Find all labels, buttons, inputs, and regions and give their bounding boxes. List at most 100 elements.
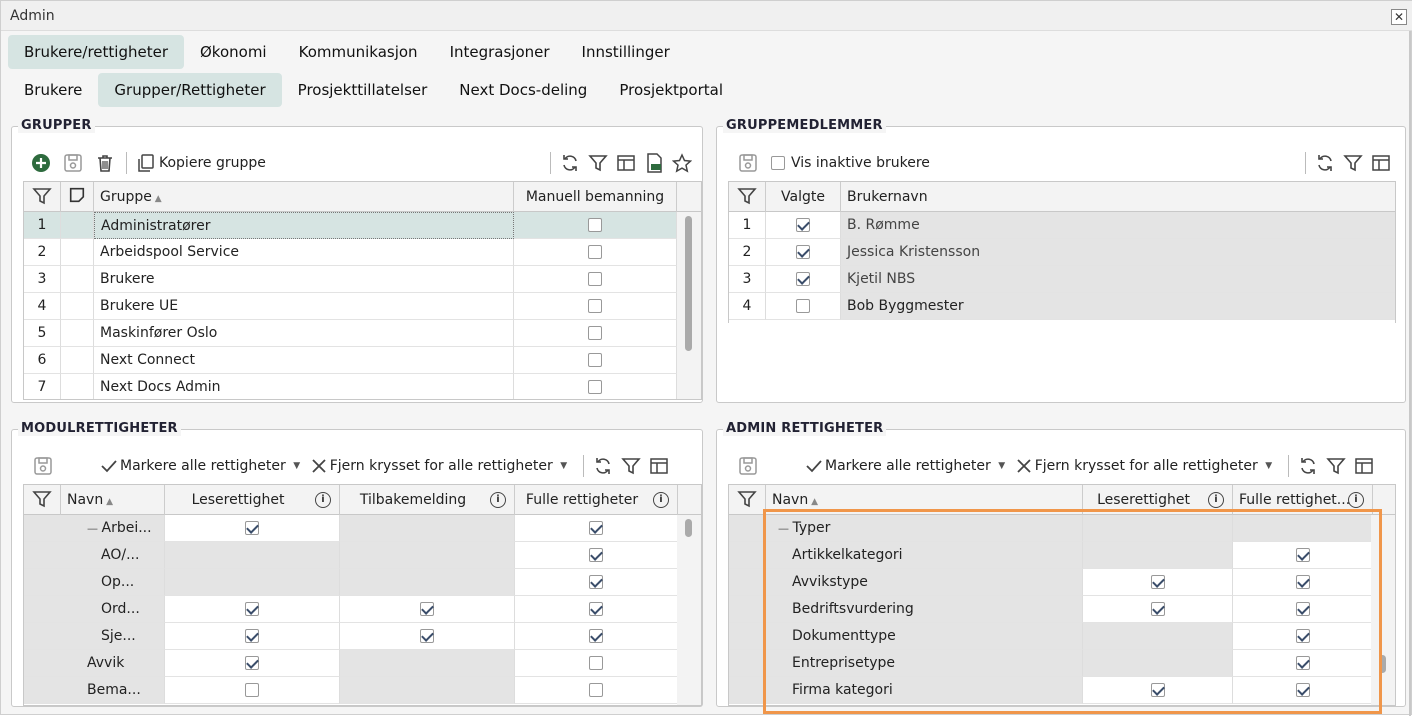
tree-row[interactable]: — Arbei... [24, 515, 701, 542]
tree-row[interactable]: AO/... [24, 542, 701, 569]
show-inactive-checkbox[interactable] [771, 156, 785, 170]
filter-icon[interactable] [1342, 152, 1364, 174]
mark-all-button[interactable]: Markere alle rettigheter [825, 458, 991, 474]
tab-sub_tabs-1[interactable]: Grupper/Rettigheter [98, 73, 282, 107]
column-header-brukernavn[interactable]: Brukernavn [841, 182, 1395, 212]
table-row[interactable]: 3 Brukere [24, 266, 677, 293]
fulle-checkbox[interactable] [589, 683, 603, 697]
column-header-fulle[interactable]: Fulle rettigheter i [515, 485, 678, 515]
note-icon[interactable] [61, 182, 94, 212]
chevron-down-icon[interactable]: ▼ [1258, 455, 1280, 477]
manuell-checkbox[interactable] [588, 218, 602, 232]
filter-icon[interactable] [620, 455, 642, 477]
x-icon[interactable] [308, 455, 330, 477]
chevron-down-icon[interactable]: ▼ [286, 455, 308, 477]
tab-sub_tabs-4[interactable]: Prosjektportal [603, 73, 739, 107]
filter-icon[interactable] [729, 182, 766, 212]
table-row[interactable]: 3 Kjetil NBS [729, 266, 1395, 293]
manuell-checkbox[interactable] [588, 272, 602, 286]
chevron-down-icon[interactable]: ▼ [553, 455, 575, 477]
table-row[interactable]: 5 Maskinfører Oslo [24, 320, 677, 347]
table-row[interactable]: 6 Next Connect [24, 347, 677, 374]
fulle-checkbox[interactable] [589, 548, 603, 562]
column-header-valgte[interactable]: Valgte [766, 182, 841, 212]
valgte-checkbox[interactable] [796, 245, 810, 259]
close-icon[interactable]: ✕ [1391, 9, 1407, 25]
table-row[interactable]: 1 B. Rømme [729, 212, 1395, 239]
fulle-checkbox[interactable] [589, 629, 603, 643]
fulle-checkbox[interactable] [589, 602, 603, 616]
info-icon[interactable]: i [1348, 492, 1364, 508]
collapse-icon[interactable]: — [87, 522, 102, 535]
table-row[interactable]: 2 Jessica Kristensson [729, 239, 1395, 266]
column-chooser-icon[interactable] [615, 152, 637, 174]
lese-checkbox[interactable] [245, 521, 259, 535]
tree-row[interactable]: Bema... [24, 677, 701, 704]
check-icon[interactable] [98, 455, 120, 477]
tab-main_tabs-2[interactable]: Kommunikasjon [283, 35, 434, 69]
star-icon[interactable] [671, 152, 693, 174]
tree-row[interactable]: Op... [24, 569, 701, 596]
valgte-checkbox[interactable] [796, 272, 810, 286]
mark-all-button[interactable]: Markere alle rettigheter [120, 458, 286, 474]
filter-icon[interactable] [1325, 455, 1347, 477]
lese-checkbox[interactable] [245, 602, 259, 616]
column-header-manuell[interactable]: Manuell bemanning [514, 182, 677, 212]
tree-row[interactable]: Sje... [24, 623, 701, 650]
save-icon[interactable] [62, 152, 84, 174]
table-row[interactable]: 4 Bob Byggmester [729, 293, 1395, 320]
unmark-all-button[interactable]: Fjern krysset for alle rettigheter [330, 458, 553, 474]
info-icon[interactable]: i [490, 492, 506, 508]
x-icon[interactable] [1013, 455, 1035, 477]
fulle-checkbox[interactable] [589, 521, 603, 535]
table-row[interactable]: 1 Administratører [24, 212, 677, 239]
tilbake-checkbox[interactable] [420, 602, 434, 616]
tab-sub_tabs-2[interactable]: Prosjekttillatelser [282, 73, 444, 107]
tree-row[interactable]: Avvik [24, 650, 701, 677]
lese-checkbox[interactable] [245, 629, 259, 643]
add-icon[interactable] [30, 152, 52, 174]
excel-export-icon[interactable] [643, 152, 665, 174]
tab-main_tabs-3[interactable]: Integrasjoner [434, 35, 566, 69]
info-icon[interactable]: i [653, 492, 669, 508]
scrollbar-thumb[interactable] [685, 519, 692, 537]
manuell-checkbox[interactable] [588, 326, 602, 340]
tilbake-checkbox[interactable] [420, 629, 434, 643]
filter-icon[interactable] [729, 485, 766, 515]
column-chooser-icon[interactable] [1370, 152, 1392, 174]
scrollbar[interactable] [677, 212, 701, 399]
refresh-icon[interactable] [559, 152, 581, 174]
info-icon[interactable]: i [1208, 492, 1224, 508]
save-icon[interactable] [737, 152, 759, 174]
tab-main_tabs-4[interactable]: Innstillinger [566, 35, 686, 69]
save-icon[interactable] [32, 455, 54, 477]
fulle-checkbox[interactable] [589, 575, 603, 589]
valgte-checkbox[interactable] [796, 218, 810, 232]
tab-main_tabs-0[interactable]: Brukere/rettigheter [8, 35, 184, 69]
column-header-gruppe[interactable]: Gruppe ▲ [94, 182, 514, 212]
save-icon[interactable] [737, 455, 759, 477]
column-chooser-icon[interactable] [648, 455, 670, 477]
copy-icon[interactable] [135, 152, 157, 174]
manuell-checkbox[interactable] [588, 245, 602, 259]
trash-icon[interactable] [94, 152, 116, 174]
fulle-checkbox[interactable] [589, 656, 603, 670]
manuell-checkbox[interactable] [588, 353, 602, 367]
lese-checkbox[interactable] [245, 656, 259, 670]
refresh-icon[interactable] [1297, 455, 1319, 477]
table-row[interactable]: 2 Arbeidspool Service [24, 239, 677, 266]
table-row[interactable]: 7 Next Docs Admin [24, 374, 677, 399]
refresh-icon[interactable] [1314, 152, 1336, 174]
filter-icon[interactable] [587, 152, 609, 174]
column-chooser-icon[interactable] [1353, 455, 1375, 477]
scrollbar[interactable] [677, 515, 701, 705]
unmark-all-button[interactable]: Fjern krysset for alle rettigheter [1035, 458, 1258, 474]
chevron-down-icon[interactable]: ▼ [991, 455, 1013, 477]
info-icon[interactable]: i [315, 492, 331, 508]
manuell-checkbox[interactable] [588, 299, 602, 313]
column-header-tilbake[interactable]: Tilbakemelding i [340, 485, 515, 515]
copy-group-button[interactable]: Kopiere gruppe [159, 155, 266, 171]
refresh-icon[interactable] [592, 455, 614, 477]
manuell-checkbox[interactable] [588, 380, 602, 394]
filter-icon[interactable] [24, 182, 61, 212]
